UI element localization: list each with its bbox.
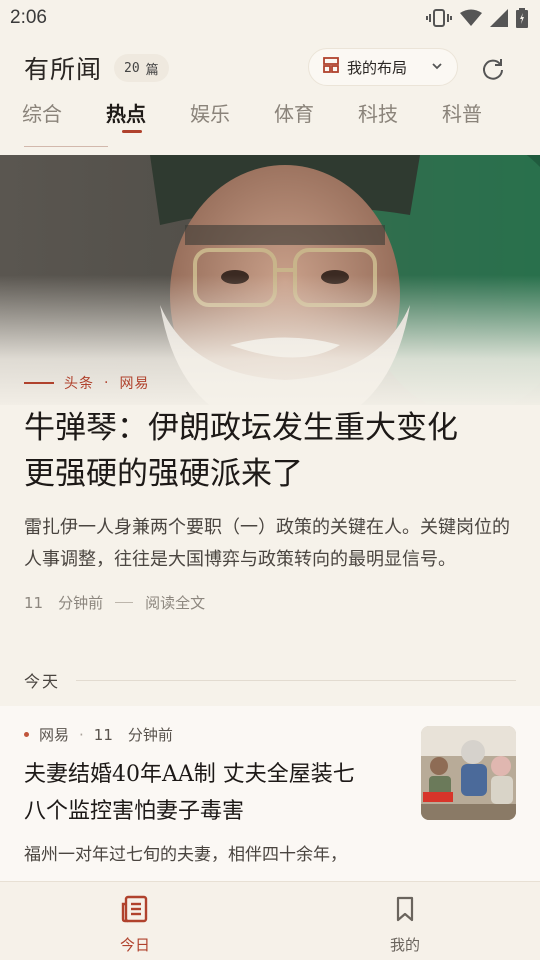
hero-time: 11 分钟前 — [24, 594, 104, 612]
bookmark-icon — [390, 894, 420, 928]
newspaper-icon — [120, 894, 150, 928]
nav-today[interactable]: 今日 — [0, 882, 270, 960]
my-layout-label: 我的布局 — [347, 58, 408, 77]
category-tabs: 综合 热点 娱乐 体育 科技 科普 — [0, 92, 540, 140]
my-layout-button[interactable]: 我的布局 — [308, 48, 458, 86]
source-dot — [24, 732, 29, 737]
hero-meta-line — [24, 382, 54, 384]
article-count-unit: 篇 — [145, 62, 159, 78]
card-title-line2: 八个监控害怕妻子毒害 — [24, 799, 245, 824]
hero-tag: 头条 — [64, 376, 94, 392]
hero-summary: 雷扎伊一人身兼两个要职（一）政策的关键在人。关键岗位的人事调整，往往是大国博弈与… — [24, 517, 510, 570]
hero-meta: 头条 · 网易 — [24, 373, 149, 393]
card-time: 11 分钟前 — [93, 726, 173, 744]
article-count-badge: 20 篇 — [114, 54, 169, 82]
status-icons — [426, 8, 528, 28]
nav-mine-label: 我的 — [389, 936, 420, 954]
status-bar: 2:06 — [0, 0, 540, 36]
read-full-link[interactable]: 阅读全文 — [145, 592, 205, 613]
tab-zonghe[interactable]: 综合 — [22, 92, 106, 127]
battery-icon — [516, 8, 528, 28]
hero-title-line2: 更强硬的强硬派来了 — [24, 456, 303, 492]
nav-mine[interactable]: 我的 — [270, 882, 540, 960]
card-title-line1: 夫妻结婚40年AA制 丈夫全屋装七 — [24, 762, 355, 787]
bottom-navigation: 今日 我的 — [0, 881, 540, 960]
hero-title-line1: 牛弹琴：伊朗政坛发生重大变化 — [24, 410, 458, 446]
section-today: 今天 — [24, 668, 516, 692]
app-title: 有所闻 — [24, 55, 103, 84]
card-thumbnail[interactable] — [421, 726, 516, 820]
card-source: 网易 — [39, 726, 70, 744]
section-today-label: 今天 — [24, 672, 61, 691]
signal-icon — [490, 9, 508, 27]
hero-source: 网易 — [119, 376, 150, 392]
tab-divider — [24, 146, 108, 147]
hero-article[interactable]: 头条 · 网易 牛弹琴：伊朗政坛发生重大变化 更强硬的强硬派来了 雷扎伊一人身兼… — [0, 155, 540, 645]
nav-today-label: 今日 — [119, 936, 150, 954]
card-meta-sep: · — [79, 725, 84, 744]
tab-tiyu[interactable]: 体育 — [274, 92, 358, 127]
tab-keji[interactable]: 科技 — [358, 92, 442, 127]
vibrate-icon — [426, 8, 452, 28]
wifi-icon — [460, 9, 482, 27]
section-divider — [76, 679, 516, 681]
hero-meta-dot: · — [104, 375, 110, 391]
hero-image-fade — [0, 275, 540, 415]
hero-footer-dash — [115, 602, 134, 603]
card-summary: 福州一对年过七旬的夫妻，相伴四十余年， — [24, 845, 347, 865]
hero-title[interactable]: 牛弹琴：伊朗政坛发生重大变化 更强硬的强硬派来了 — [24, 405, 514, 497]
article-count: 20 — [124, 60, 140, 76]
app-header: 有所闻 20 篇 我的布局 — [0, 44, 540, 92]
card-meta: 网易 · 11 分钟前 — [24, 724, 173, 745]
tab-redian[interactable]: 热点 — [106, 92, 190, 133]
hero-footer: 11 分钟前 阅读全文 — [24, 592, 205, 613]
card-title[interactable]: 夫妻结婚40年AA制 丈夫全屋装七 八个监控害怕妻子毒害 — [24, 756, 394, 830]
tab-yule[interactable]: 娱乐 — [190, 92, 274, 127]
chevron-down-icon — [431, 58, 443, 76]
news-card[interactable]: 网易 · 11 分钟前 夫妻结婚40年AA制 丈夫全屋装七 八个监控害怕妻子毒害… — [0, 706, 540, 881]
tab-kepu[interactable]: 科普 — [442, 92, 526, 127]
layout-icon — [323, 57, 339, 77]
status-time: 2:06 — [10, 7, 47, 28]
refresh-icon[interactable] — [480, 56, 506, 82]
